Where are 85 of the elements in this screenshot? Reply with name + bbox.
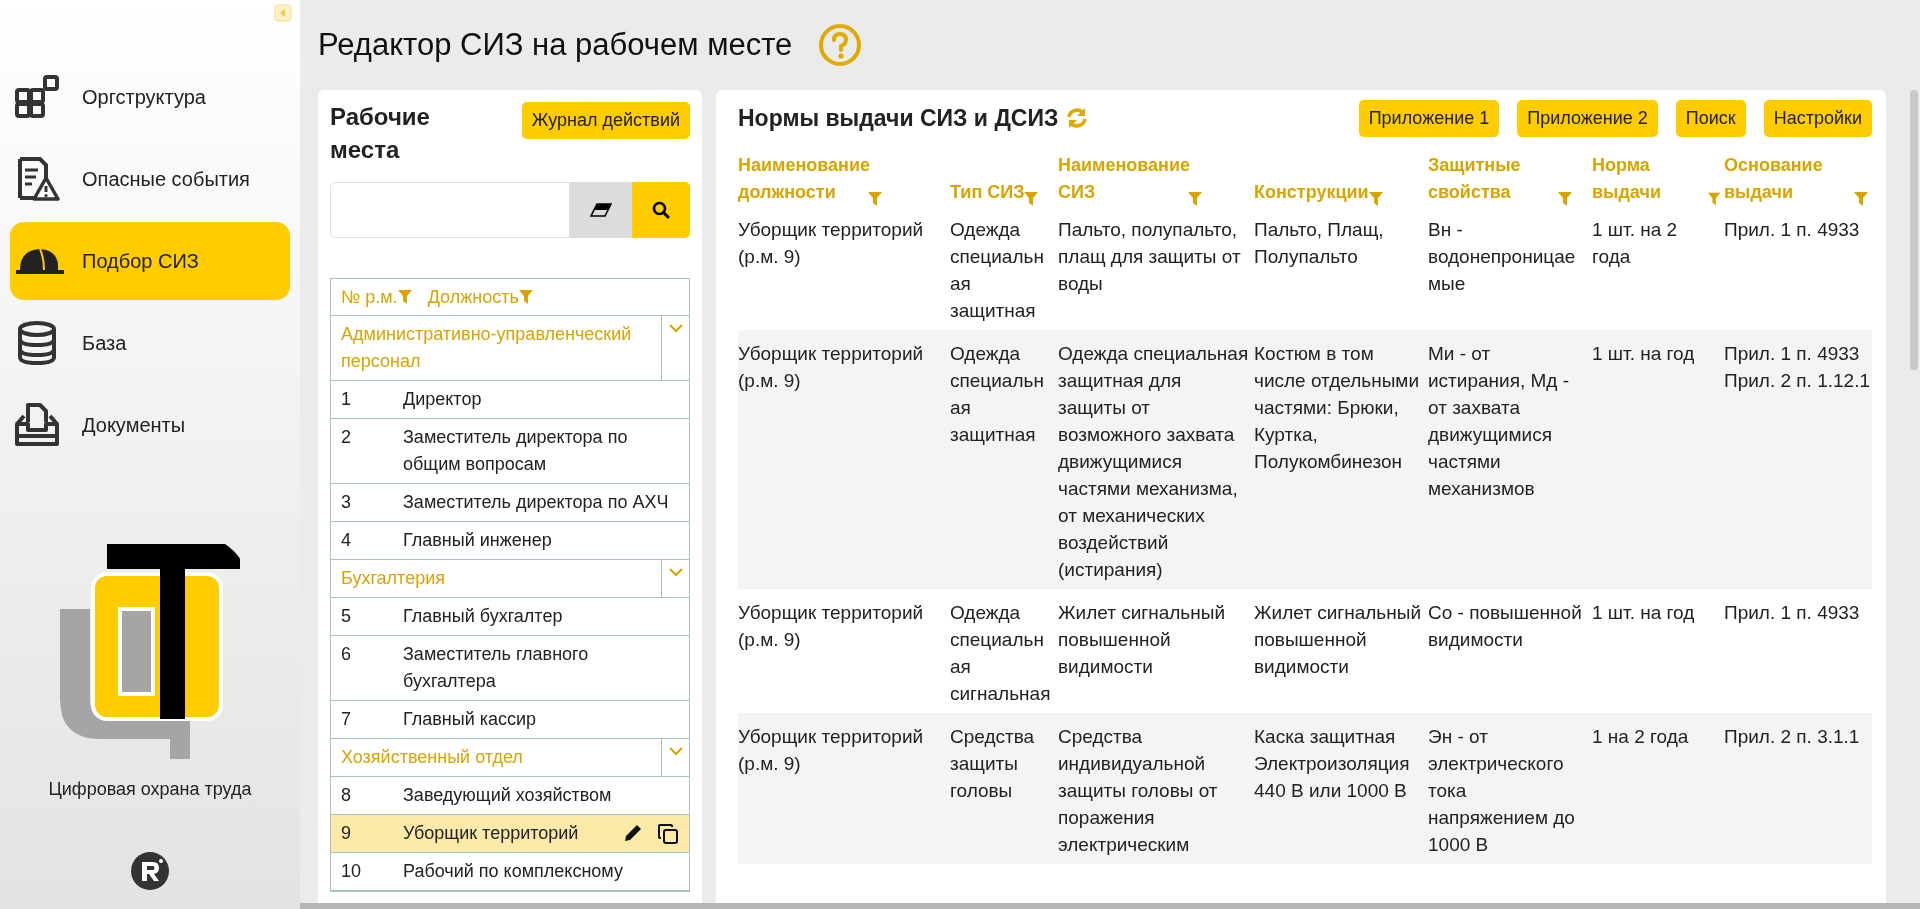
table-cell-text: Уборщик территорий (р.м. 9) (738, 342, 925, 393)
nav-item[interactable]: Документы (10, 386, 290, 464)
table-row[interactable]: 9 Уборщик территорий (331, 815, 689, 853)
table-cell-text: Со - повышенной видимости (1428, 601, 1583, 652)
position-name: Заместитель директора по общим вопросам (403, 426, 629, 476)
table-cell-text: 1 шт. на год (1592, 601, 1696, 625)
toolbar-button[interactable]: Приложение 1 (1358, 99, 1500, 137)
copy-icon[interactable] (657, 823, 679, 845)
chevron-down-icon[interactable] (668, 568, 683, 577)
table-cell-text: Средства индивидуальной защиты головы от поражения электрическим (1058, 725, 1219, 857)
hard-hat-icon (14, 246, 66, 276)
r-logo-icon (130, 851, 170, 891)
position-name: Главный кассир (403, 708, 538, 731)
table-cell-text: Прил. 1 п. 4933 (1724, 601, 1861, 625)
filter-icon[interactable] (1707, 192, 1720, 206)
nav-item[interactable]: База (10, 304, 290, 382)
eraser-icon (590, 203, 612, 217)
row-number: 4 (340, 529, 352, 552)
toolbar-button[interactable]: Приложение 2 (1517, 99, 1658, 137)
collapse-icon[interactable] (274, 4, 292, 22)
table-cell-text: Жилет сигнальный повышенной видимости (1254, 601, 1422, 679)
toolbar-button[interactable]: Настройки (1763, 99, 1872, 137)
table-cell-text: Прил. 1 п. 4933 (1724, 218, 1861, 242)
table-cell-text: Жилет сигнальный повышенной видимости (1058, 601, 1226, 679)
clear-button[interactable] (570, 182, 632, 238)
table-cell-text: Костюм в том числе отдельными частями: Брюки, Куртка, Полукомбинезон (1254, 342, 1420, 474)
row-number: 1 (340, 388, 352, 411)
position-name: Главный бухгалтер (403, 605, 564, 628)
pencil-icon[interactable] (623, 823, 643, 843)
filter-icon[interactable] (518, 290, 533, 304)
brand-caption: Цифровая охрана труда (48, 778, 252, 801)
table-cell-text: 1 шт. на 2 года (1592, 218, 1679, 269)
position-name: Заместитель главного бухгалтера (403, 643, 590, 693)
help-icon[interactable] (818, 23, 863, 67)
table-cell-text: Пальто, Плащ, Полупальто (1254, 218, 1385, 269)
search-icon (652, 201, 670, 219)
nav-item[interactable]: Опасные события (10, 140, 290, 218)
row-number: 3 (340, 491, 352, 514)
scrollbar[interactable] (1910, 90, 1918, 370)
row-number: 6 (340, 643, 352, 666)
position-name: Главный инженер (403, 529, 553, 552)
filter-icon[interactable] (397, 290, 412, 304)
scrollbar[interactable] (300, 903, 1920, 909)
panel-title: Рабочие места (330, 102, 431, 165)
chevron-down-icon[interactable] (668, 747, 683, 756)
table-cell-text: Одежда специальная защитная (950, 218, 1045, 323)
refresh-icon[interactable] (1066, 107, 1089, 129)
nav-item[interactable]: Подбор СИЗ (10, 222, 290, 300)
table-cell-text: Уборщик территорий (р.м. 9) (738, 725, 925, 776)
search-button[interactable] (632, 182, 690, 238)
search-field[interactable] (330, 182, 570, 238)
table-cell-text: 1 на 2 года (1592, 725, 1690, 749)
position-name: Директор (403, 388, 483, 411)
table-cell-text: Средства защиты головы (950, 725, 1036, 803)
position-name: Рабочий по комплексному (403, 860, 624, 883)
table-cell-text: 1 шт. на год (1592, 342, 1696, 366)
table-cell-text: Каска защитная Электроизоляция 440 В или 1000 В (1254, 725, 1411, 803)
blocks-icon (14, 74, 60, 120)
table-cell-text: Эн - от электрического тока напряжением до 1000 В (1428, 725, 1576, 857)
table-cell-text: Пальто, полупальто, плащ для защиты от воды (1058, 218, 1242, 296)
row-number: 10 (340, 860, 363, 883)
row-number: 7 (340, 708, 352, 731)
inbox-document-icon (14, 402, 60, 448)
log-button[interactable]: Журнал действий (521, 102, 690, 139)
page-title: Редактор СИЗ на рабочем месте (318, 25, 793, 64)
table-cell-text: Уборщик территорий (р.м. 9) (738, 601, 925, 652)
nav-item[interactable]: Оргструктура (10, 58, 290, 136)
panel-title: Нормы выдачи СИЗ и ДСИЗ (738, 103, 1059, 133)
position-name: Заместитель директора по АХЧ (403, 491, 670, 514)
row-number: 9 (340, 822, 352, 845)
row-number: 8 (340, 784, 352, 807)
toolbar-button[interactable]: Поиск (1675, 99, 1746, 137)
table-cell-text: Уборщик территорий (р.м. 9) (738, 218, 925, 269)
position-name: Уборщик территорий (403, 822, 580, 845)
table-cell-text: Прил. 1 п. 4933 Прил. 2 п. 1.12.1 (1724, 342, 1871, 393)
table-cell-text: Одежда специальная защитная для защиты от возможного захвата движущимися частями механизма, от механических воздействий (истирания) (1058, 342, 1250, 582)
row-number: 2 (340, 426, 352, 449)
table-cell-text: Прил. 2 п. 3.1.1 (1724, 725, 1861, 749)
position-name: Заведующий хозяйством (403, 784, 613, 807)
table-cell-text: Одежда специальная защитная (950, 342, 1045, 447)
chevron-down-icon[interactable] (668, 324, 683, 333)
table-cell-text: Ми - от истирания, Мд - от захвата движущимися частями механизмов (1428, 342, 1571, 501)
table-cell-text: Одежда специальная сигнальная (950, 601, 1052, 706)
table-cell-text: Вн - водонепроницаемые (1428, 218, 1577, 296)
row-number: 5 (340, 605, 352, 628)
